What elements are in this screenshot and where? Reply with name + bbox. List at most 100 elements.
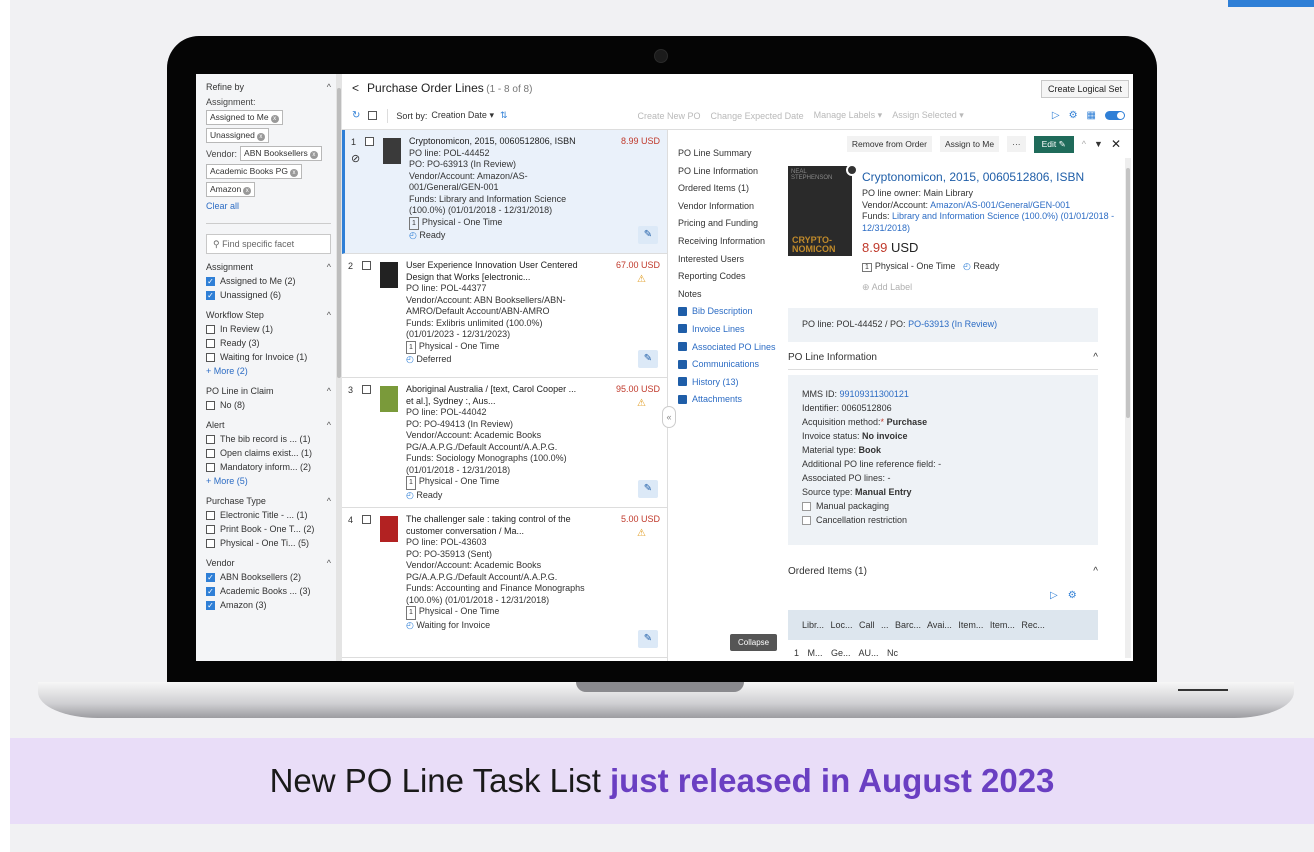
checkbox-icon[interactable] [206, 400, 215, 410]
refresh-icon[interactable]: ↻ [352, 110, 360, 121]
facet-group-header[interactable]: PO Line in Claim ^ [206, 386, 331, 396]
po-line-info-header[interactable]: PO Line Information ^ [788, 346, 1098, 370]
checkbox-icon[interactable] [206, 338, 215, 348]
row-checkbox[interactable] [362, 515, 371, 524]
view-toggle[interactable] [1105, 111, 1125, 120]
row-title-cont[interactable]: customer conversation / Ma... [406, 526, 596, 538]
checkbox-icon[interactable]: ✓ [206, 600, 215, 610]
row-title-cont[interactable]: Design that Works [electronic... [406, 272, 596, 284]
nav-item[interactable]: Pricing and Funding [678, 218, 788, 228]
chip-abn-booksellers[interactable]: ABN Booksellers x [240, 146, 322, 161]
checkbox-icon[interactable] [206, 510, 215, 520]
edit-row-button[interactable]: ✎ [638, 630, 658, 648]
remove-chip-icon[interactable]: x [289, 169, 298, 177]
manual-packaging-checkbox[interactable]: Manual packaging [802, 499, 1084, 513]
more-actions-button[interactable]: ··· [1007, 136, 1026, 152]
sort-order-icon[interactable]: ⇅ [500, 110, 508, 121]
facet-group-header[interactable]: Alert ^ [206, 420, 331, 430]
facet-checkbox[interactable]: ✓ Assigned to Me (2) [206, 276, 331, 286]
facet-checkbox[interactable]: Waiting for Invoice (1) [206, 352, 331, 362]
row-checkbox[interactable] [362, 261, 371, 270]
chevron-up-icon[interactable]: ^ [1093, 352, 1098, 363]
nav-item[interactable]: PO Line Information [678, 166, 788, 176]
table-row[interactable]: 2 User Experience Innovation User Centere… [342, 254, 667, 378]
edit-row-button[interactable]: ✎ [638, 350, 658, 368]
refine-by-header[interactable]: Refine by ^ [206, 82, 331, 92]
nav-link-item[interactable]: Associated PO Lines [678, 342, 788, 352]
chevron-up-icon[interactable]: ^ [327, 82, 331, 92]
close-icon[interactable]: ✕ [1111, 137, 1121, 151]
edit-row-button[interactable]: ✎ [638, 226, 658, 244]
checkbox-icon[interactable]: ✓ [206, 572, 215, 582]
facet-checkbox[interactable]: Electronic Title - ... (1) [206, 510, 331, 520]
facet-group-header[interactable]: Purchase Type ^ [206, 496, 331, 506]
facet-checkbox[interactable]: ✓ Amazon (3) [206, 600, 331, 610]
row-checkbox[interactable] [365, 137, 374, 146]
facet-checkbox[interactable]: ✓ Academic Books ... (3) [206, 586, 331, 596]
checkbox-icon[interactable] [206, 434, 215, 444]
facet-group-header[interactable]: Workflow Step ^ [206, 310, 331, 320]
nav-link-item[interactable]: Communications [678, 359, 788, 369]
facet-checkbox[interactable]: ✓ Unassigned (6) [206, 290, 331, 300]
facet-checkbox[interactable]: In Review (1) [206, 324, 331, 334]
facet-checkbox[interactable]: Print Book - One T... (2) [206, 524, 331, 534]
clear-all-link[interactable]: Clear all [206, 201, 331, 211]
chevron-down-icon[interactable]: ▼ [1094, 139, 1103, 149]
row-title-cont[interactable]: et al.], Sydney :, Aus... [406, 396, 596, 408]
facet-search-input[interactable]: ⚲ Find specific facet [206, 234, 331, 254]
select-all-checkbox[interactable] [368, 111, 378, 120]
manage-labels-button[interactable]: Manage Labels ▾ [814, 110, 883, 121]
facet-more-link[interactable]: + More (5) [206, 476, 331, 486]
gear-icon[interactable]: ⚙ [1069, 110, 1078, 121]
remove-chip-icon[interactable]: x [309, 151, 318, 159]
nav-item[interactable]: Vendor Information [678, 201, 788, 211]
chip-amazon[interactable]: Amazon x [206, 182, 256, 197]
export-icon[interactable]: ▷ [1052, 110, 1060, 121]
assign-selected-button[interactable]: Assign Selected ▾ [892, 110, 964, 121]
facet-more-link[interactable]: + More (2) [206, 366, 331, 376]
nav-link-item[interactable]: History (13) [678, 377, 788, 387]
checkbox-icon[interactable] [206, 324, 215, 334]
table-row[interactable]: 1 ⊘ Cryptonomicon, 2015, 0060512806, ISBN P… [342, 130, 667, 254]
remove-chip-icon[interactable]: x [256, 133, 265, 141]
facet-group-header[interactable]: Assignment ^ [206, 262, 331, 272]
table-row[interactable]: 3 Aboriginal Australia / [text, Carol Coo… [342, 378, 667, 508]
po-link[interactable]: PO-63913 [908, 319, 949, 329]
sort-dropdown[interactable]: Creation Date ▾ [431, 110, 494, 121]
nav-item[interactable]: Receiving Information [678, 236, 788, 246]
facet-checkbox[interactable]: Open claims exist... (1) [206, 448, 331, 458]
checkbox-icon[interactable] [206, 352, 215, 362]
row-title[interactable]: The challenger sale : taking control of … [406, 514, 596, 526]
nav-item[interactable]: Ordered Items (1) [678, 183, 788, 193]
checkbox-icon[interactable]: ✓ [206, 586, 215, 596]
change-expected-date-button[interactable]: Change Expected Date [711, 111, 804, 121]
detail-title[interactable]: Cryptonomicon, 2015, 0060512806, ISBN [862, 170, 1132, 184]
checkbox-icon[interactable] [206, 524, 215, 534]
collapse-button[interactable]: Collapse [730, 634, 778, 651]
create-new-po-button[interactable]: Create New PO [638, 111, 701, 121]
nav-link-item[interactable]: Attachments [678, 394, 788, 404]
create-logical-set-button[interactable]: Create Logical Set [1040, 80, 1129, 98]
collapse-handle[interactable]: « [662, 406, 676, 428]
facet-checkbox[interactable]: No (8) [206, 400, 331, 410]
remove-chip-icon[interactable]: x [243, 187, 252, 195]
nav-item[interactable]: Interested Users [678, 254, 788, 264]
row-title[interactable]: Cryptonomicon, 2015, 0060512806, ISBN [409, 136, 599, 148]
checkbox-icon[interactable] [206, 448, 215, 458]
gear-icon[interactable]: ⚙ [1068, 590, 1077, 601]
back-button[interactable]: < [352, 81, 359, 95]
facet-checkbox[interactable]: Mandatory inform... (2) [206, 462, 331, 472]
edit-row-button[interactable]: ✎ [638, 480, 658, 498]
facet-checkbox[interactable]: Physical - One Ti... (5) [206, 538, 331, 548]
facet-group-header[interactable]: Vendor ^ [206, 558, 331, 568]
chevron-up-icon[interactable]: ^ [327, 262, 331, 272]
chevron-up-icon[interactable]: ^ [327, 420, 331, 430]
ordered-items-table-row[interactable]: 1 M... Ge... AU... Nc [788, 644, 1098, 661]
checkbox-icon[interactable] [206, 462, 215, 472]
nav-item[interactable]: PO Line Summary [678, 148, 788, 158]
checkbox-icon[interactable]: ✓ [206, 276, 215, 286]
edit-button[interactable]: Edit ✎ [1033, 135, 1074, 153]
nav-item[interactable]: Reporting Codes [678, 271, 788, 281]
chevron-up-icon[interactable]: ^ [327, 496, 331, 506]
ordered-items-header[interactable]: Ordered Items (1) ^ [788, 560, 1098, 583]
